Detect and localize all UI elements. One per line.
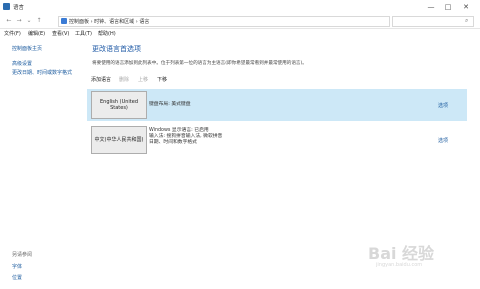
see-also-heading: 另请参阅 — [12, 252, 33, 258]
search-input[interactable]: ⌕ — [392, 16, 474, 27]
language-toolbar: 添加语言 删除 上移 下移 — [87, 74, 467, 84]
control-panel-icon — [61, 18, 67, 24]
sidebar-home-link[interactable]: 控制面板主页 — [12, 45, 42, 52]
breadcrumb: 控制面板 › 时钟、语言和区域 › 语言 — [69, 19, 150, 25]
watermark-logo-text: Bai 经验 — [368, 244, 435, 263]
menu-bar: 文件(F) 编辑(E) 查看(V) 工具(T) 帮助(H) — [0, 29, 480, 38]
minimize-icon[interactable]: — — [424, 1, 438, 13]
menu-file[interactable]: 文件(F) — [4, 30, 21, 37]
move-down-button[interactable]: 下移 — [157, 76, 167, 83]
page-description: 将要使用的语言添加到此列表中。位于列表第一位的语言为主语言(即你希望最常看到并最… — [92, 61, 307, 66]
language-button-chinese[interactable]: 中文(中华人民共和国) — [91, 126, 147, 154]
language-info-line: 日期、时间和数字格式 — [149, 139, 197, 145]
baidu-watermark: Bai 经验 jingyan.baidu.com — [362, 238, 472, 278]
language-info-line: 键盘布局: 美式键盘 — [149, 102, 191, 107]
add-language-button[interactable]: 添加语言 — [91, 76, 111, 83]
window-title: 语言 — [13, 5, 25, 11]
language-button-english[interactable]: English (United States) — [91, 91, 147, 119]
see-also-fonts[interactable]: 字体 — [12, 263, 22, 270]
see-also-location[interactable]: 位置 — [12, 274, 22, 281]
language-options-link[interactable]: 选项 — [438, 137, 448, 144]
language-name: English (United States) — [99, 98, 139, 112]
title-bar: 语言 — □ ✕ — [0, 0, 480, 15]
back-arrow-icon[interactable]: ← — [5, 16, 13, 26]
language-options-link[interactable]: 选项 — [438, 102, 448, 109]
up-arrow-icon[interactable]: ↑ — [35, 16, 43, 26]
recent-locations-icon[interactable]: ⌄ — [25, 16, 33, 26]
close-icon[interactable]: ✕ — [459, 1, 473, 13]
move-up-button[interactable]: 上移 — [138, 76, 148, 83]
app-icon — [3, 3, 10, 10]
address-bar: ← → ⌄ ↑ 控制面板 › 时钟、语言和区域 › 语言 ⌕ — [0, 15, 480, 29]
page-title: 更改语言首选项 — [92, 45, 141, 53]
language-name: 中文(中华人民共和国) — [94, 136, 144, 143]
search-icon: ⌕ — [465, 17, 469, 24]
sidebar-advanced-settings[interactable]: 高级设置 — [12, 60, 32, 67]
language-row-chinese[interactable]: 中文(中华人民共和国) Windows 显示语言: 已启用 输入法: 搜狗拼音输… — [87, 123, 467, 157]
forward-arrow-icon[interactable]: → — [15, 16, 23, 26]
menu-help[interactable]: 帮助(H) — [98, 30, 116, 37]
remove-language-button[interactable]: 删除 — [119, 76, 129, 83]
menu-tools[interactable]: 工具(T) — [75, 30, 92, 37]
maximize-icon[interactable]: □ — [441, 1, 455, 13]
menu-edit[interactable]: 编辑(E) — [28, 30, 45, 37]
address-input[interactable]: 控制面板 › 时钟、语言和区域 › 语言 — [58, 16, 390, 27]
language-row-english[interactable]: English (United States) 键盘布局: 美式键盘 选项 — [87, 89, 467, 121]
watermark-url: jingyan.baidu.com — [376, 262, 423, 268]
sidebar-date-time-format[interactable]: 更改日期、时间或数字格式 — [12, 69, 72, 76]
menu-view[interactable]: 查看(V) — [52, 30, 69, 37]
